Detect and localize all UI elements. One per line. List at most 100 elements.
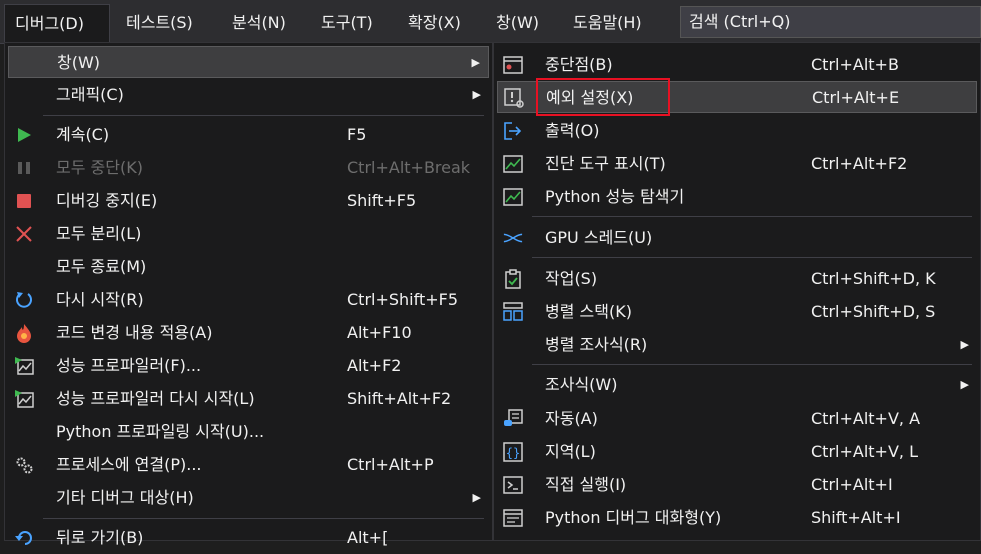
debug-item-stop[interactable]: 디버깅 중지(E) Shift+F5 bbox=[8, 185, 489, 217]
output-icon bbox=[503, 121, 523, 141]
menu-item-label: 다시 시작(R) bbox=[56, 290, 144, 309]
menu-bar: 디버그(D) 테스트(S) 분석(N) 도구(T) 확장(X) 창(W) 도움말… bbox=[0, 0, 981, 44]
restart-icon bbox=[14, 290, 34, 310]
menu-item-label: 병렬 조사식(R) bbox=[545, 335, 648, 354]
window-item-python-interactive[interactable]: Python 디버그 대화형(Y) Shift+Alt+I bbox=[497, 502, 977, 534]
debug-item-terminate-all[interactable]: 모두 종료(M) bbox=[8, 251, 489, 283]
menu-item-label: 지역(L) bbox=[545, 442, 596, 461]
menu-item-label: 진단 도구 표시(T) bbox=[545, 154, 666, 173]
menu-window[interactable]: 창(W) bbox=[486, 4, 549, 42]
debug-item-hot-reload[interactable]: 코드 변경 내용 적용(A) Alt+F10 bbox=[8, 317, 489, 349]
menu-item-shortcut: Shift+Alt+F2 bbox=[347, 389, 452, 408]
menu-item-label: Python 디버그 대화형(Y) bbox=[545, 508, 722, 527]
menu-help[interactable]: 도움말(H) bbox=[563, 4, 652, 42]
submenu-arrow-icon: ▶ bbox=[960, 338, 969, 351]
window-item-locals[interactable]: {} 지역(L) Ctrl+Alt+V, L bbox=[497, 436, 977, 468]
debug-item-window[interactable]: 창(W) ▶ bbox=[8, 46, 489, 78]
menu-item-shortcut: Ctrl+Alt+P bbox=[347, 455, 434, 474]
debug-item-go-back[interactable]: 뒤로 가기(B) Alt+[ bbox=[8, 522, 489, 554]
menu-separator bbox=[532, 257, 972, 258]
window-item-parallel-stacks[interactable]: 병렬 스택(K) Ctrl+Shift+D, S bbox=[497, 296, 977, 328]
window-item-autos[interactable]: 자동(A) Ctrl+Alt+V, A bbox=[497, 403, 977, 435]
window-item-diagnostic-tools[interactable]: 진단 도구 표시(T) Ctrl+Alt+F2 bbox=[497, 148, 977, 180]
menu-item-shortcut: Alt+[ bbox=[347, 528, 389, 547]
menu-item-shortcut: Ctrl+Shift+D, K bbox=[811, 269, 936, 288]
menu-item-shortcut: Shift+F5 bbox=[347, 191, 417, 210]
menu-item-shortcut: Alt+F2 bbox=[347, 356, 402, 375]
debug-item-continue[interactable]: 계속(C) F5 bbox=[8, 119, 489, 151]
debug-item-profiler[interactable]: 성능 프로파일러(F)... Alt+F2 bbox=[8, 350, 489, 382]
submenu-arrow-icon: ▶ bbox=[472, 491, 481, 504]
menu-debug[interactable]: 디버그(D) bbox=[4, 4, 110, 44]
window-item-breakpoints[interactable]: 중단점(B) Ctrl+Alt+B bbox=[497, 49, 977, 81]
menu-item-label: 프로세스에 연결(P)... bbox=[56, 455, 202, 474]
menu-separator bbox=[43, 518, 484, 519]
stop-icon bbox=[14, 191, 34, 211]
menu-item-label: 중단점(B) bbox=[545, 55, 613, 74]
menu-item-label: Python 성능 탐색기 bbox=[545, 187, 685, 206]
window-item-python-perf-explorer[interactable]: Python 성능 탐색기 bbox=[497, 181, 977, 213]
immediate-window-icon bbox=[503, 475, 523, 495]
menu-item-shortcut: Ctrl+Alt+I bbox=[811, 475, 893, 494]
window-submenu: 중단점(B) Ctrl+Alt+B 예외 설정(X) Ctrl+Alt+E 출력… bbox=[493, 42, 981, 541]
menu-separator bbox=[532, 216, 972, 217]
tasks-icon bbox=[503, 269, 523, 289]
menu-item-label: 뒤로 가기(B) bbox=[56, 528, 144, 547]
svg-text:{}: {} bbox=[506, 446, 520, 460]
debug-item-python-profiling[interactable]: Python 프로파일링 시작(U)... bbox=[8, 416, 489, 448]
autos-icon bbox=[503, 409, 523, 429]
menu-item-label: GPU 스레드(U) bbox=[545, 228, 653, 247]
menu-item-label: 성능 프로파일러 다시 시작(L) bbox=[56, 389, 255, 408]
menu-item-shortcut: Ctrl+Shift+F5 bbox=[347, 290, 459, 309]
back-icon bbox=[14, 528, 34, 548]
menu-item-shortcut: F5 bbox=[347, 125, 367, 144]
window-item-tasks[interactable]: 작업(S) Ctrl+Shift+D, K bbox=[497, 263, 977, 295]
search-box[interactable]: 검색 (Ctrl+Q) bbox=[680, 6, 981, 38]
debug-item-attach-process[interactable]: 프로세스에 연결(P)... Ctrl+Alt+P bbox=[8, 449, 489, 481]
attach-process-icon bbox=[14, 455, 34, 475]
menu-analyze[interactable]: 분석(N) bbox=[222, 4, 296, 42]
performance-explorer-icon bbox=[503, 187, 523, 207]
window-item-parallel-watch[interactable]: 병렬 조사식(R) ▶ bbox=[497, 329, 977, 361]
menu-item-shortcut: Ctrl+Alt+V, A bbox=[811, 409, 921, 428]
debug-item-graphics[interactable]: 그래픽(C) ▶ bbox=[8, 79, 489, 111]
window-item-output[interactable]: 출력(O) bbox=[497, 115, 977, 147]
window-item-gpu-threads[interactable]: GPU 스레드(U) bbox=[497, 222, 977, 254]
profiler-icon bbox=[14, 356, 34, 376]
menu-item-shortcut: Ctrl+Alt+F2 bbox=[811, 154, 908, 173]
submenu-arrow-icon: ▶ bbox=[472, 88, 481, 101]
python-interactive-icon bbox=[503, 508, 523, 528]
parallel-stacks-icon bbox=[503, 302, 523, 322]
menu-item-label: 모두 종료(M) bbox=[56, 257, 147, 276]
menu-item-label: 조사식(W) bbox=[545, 375, 618, 394]
menu-item-label: 기타 디버그 대상(H) bbox=[56, 488, 194, 507]
menu-test[interactable]: 테스트(S) bbox=[116, 4, 203, 42]
submenu-arrow-icon: ▶ bbox=[471, 56, 480, 69]
menu-item-label: 모두 분리(L) bbox=[56, 224, 142, 243]
menu-item-label: 직접 실행(I) bbox=[545, 475, 627, 494]
menu-item-label: 성능 프로파일러(F)... bbox=[56, 356, 202, 375]
menu-item-label: 창(W) bbox=[57, 53, 101, 72]
pause-icon bbox=[14, 158, 34, 178]
exception-settings-icon bbox=[504, 88, 524, 108]
menu-item-shortcut: Ctrl+Alt+V, L bbox=[811, 442, 918, 461]
menu-item-shortcut: Shift+Alt+I bbox=[811, 508, 901, 527]
gpu-threads-icon bbox=[503, 228, 523, 248]
menu-item-label: 병렬 스택(K) bbox=[545, 302, 632, 321]
menu-item-shortcut: Ctrl+Alt+Break bbox=[347, 158, 471, 177]
profiler-restart-icon bbox=[14, 389, 34, 409]
menu-extensions[interactable]: 확장(X) bbox=[398, 4, 471, 42]
menu-item-label: 자동(A) bbox=[545, 409, 598, 428]
menu-separator bbox=[532, 364, 972, 365]
debug-item-detach-all[interactable]: 모두 분리(L) bbox=[8, 218, 489, 250]
menu-item-label: 계속(C) bbox=[56, 125, 110, 144]
menu-item-shortcut: Ctrl+Alt+E bbox=[812, 88, 900, 107]
debug-item-restart[interactable]: 다시 시작(R) Ctrl+Shift+F5 bbox=[8, 284, 489, 316]
window-item-watch[interactable]: 조사식(W) ▶ bbox=[497, 369, 977, 401]
window-item-immediate[interactable]: 직접 실행(I) Ctrl+Alt+I bbox=[497, 469, 977, 501]
menu-separator bbox=[43, 115, 484, 116]
debug-item-other-targets[interactable]: 기타 디버그 대상(H) ▶ bbox=[8, 482, 489, 514]
debug-item-profiler-restart[interactable]: 성능 프로파일러 다시 시작(L) Shift+Alt+F2 bbox=[8, 383, 489, 415]
menu-tools[interactable]: 도구(T) bbox=[311, 4, 383, 42]
menu-item-label: 출력(O) bbox=[545, 121, 600, 140]
